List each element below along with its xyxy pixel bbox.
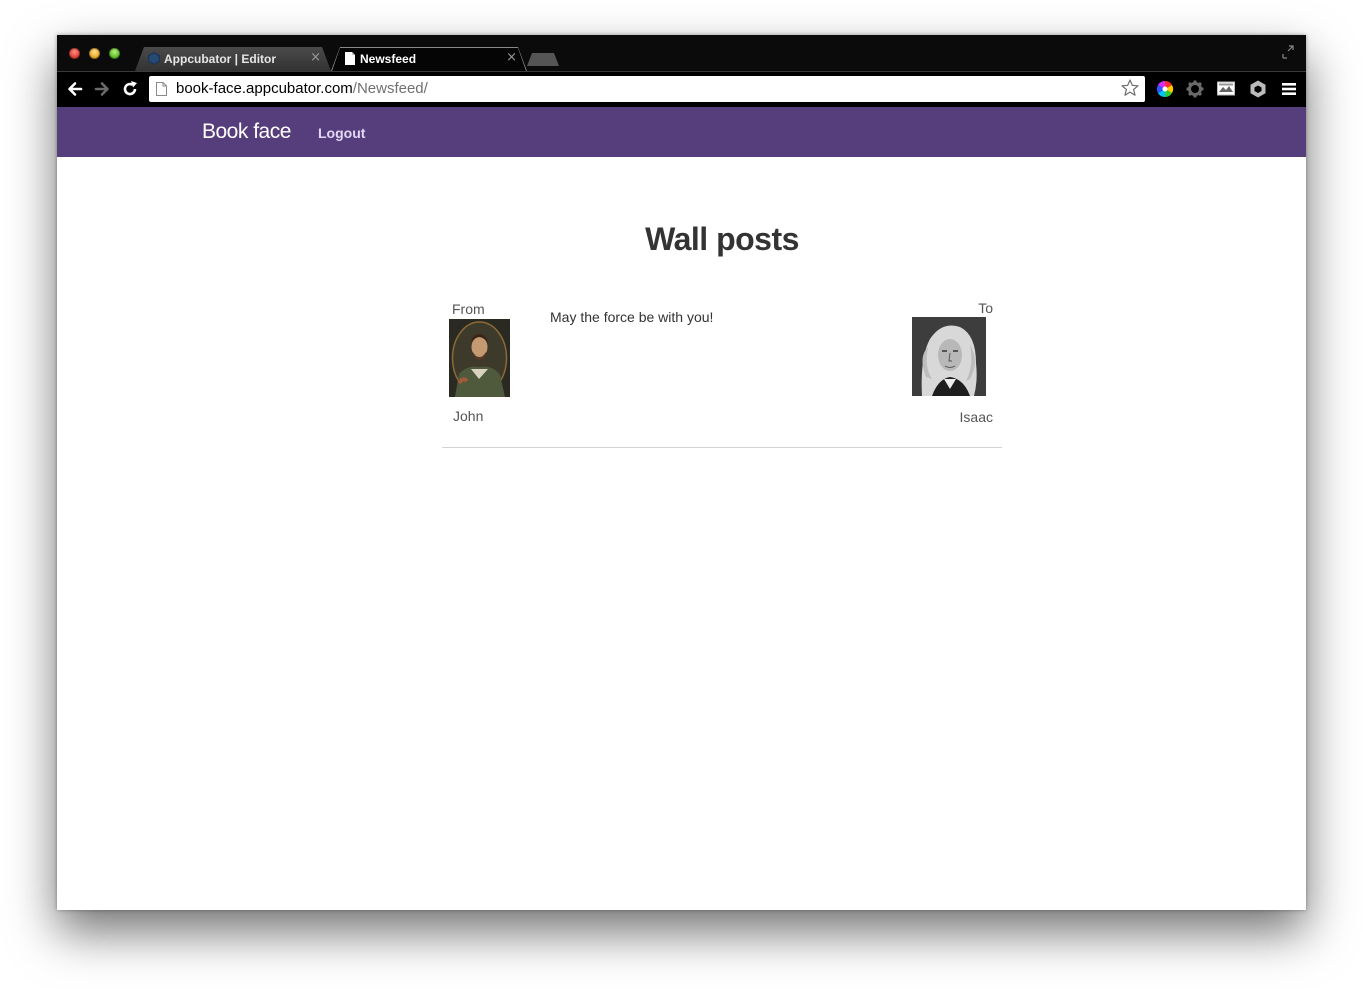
reload-icon[interactable] [120, 79, 140, 99]
wall-post: From John May the force be with you! To [442, 295, 1002, 448]
tab-appcubator-editor[interactable]: Appcubator | Editor × [135, 47, 331, 71]
page-icon [156, 82, 167, 96]
url-host: book-face.appcubator.com [176, 80, 353, 97]
browser-window: Appcubator | Editor × Newsfeed × book-fa… [57, 35, 1306, 910]
screenshot-extension-icon[interactable] [1216, 79, 1236, 99]
menu-icon[interactable] [1279, 79, 1299, 99]
sender-avatar[interactable] [449, 319, 510, 397]
tab-title: Appcubator | Editor [164, 52, 277, 66]
close-tab-icon[interactable]: × [310, 50, 321, 66]
tab-title: Newsfeed [360, 52, 417, 66]
close-window-button[interactable] [69, 48, 80, 59]
logout-link[interactable]: Logout [318, 125, 365, 141]
new-tab-button[interactable] [527, 53, 559, 66]
recipient-name[interactable]: Isaac [960, 409, 993, 425]
site-navbar: Book face Logout [57, 107, 1306, 157]
sender-name[interactable]: John [453, 408, 483, 424]
brand-link[interactable]: Book face [202, 120, 291, 144]
minimize-window-button[interactable] [89, 48, 100, 59]
post-message: May the force be with you! [550, 309, 714, 325]
hexagon-extension-icon[interactable] [1248, 79, 1268, 99]
browser-toolbar: book-face.appcubator.com/Newsfeed/ [57, 71, 1306, 107]
gear-icon[interactable] [1185, 79, 1205, 99]
to-label: To [978, 300, 993, 316]
url-path: /Newsfeed/ [352, 80, 428, 97]
url-text[interactable]: book-face.appcubator.com/Newsfeed/ [176, 80, 428, 97]
page-content: Book face Logout Wall posts From John Ma… [57, 107, 1306, 910]
address-bar[interactable]: book-face.appcubator.com/Newsfeed/ [149, 76, 1145, 102]
page-title: Wall posts [645, 221, 799, 257]
color-picker-extension-icon[interactable] [1155, 79, 1175, 99]
fullscreen-icon[interactable] [1282, 45, 1294, 59]
appcubator-favicon-icon [148, 52, 160, 65]
tab-newsfeed[interactable]: Newsfeed × [331, 47, 527, 71]
close-tab-icon[interactable]: × [506, 50, 517, 66]
back-icon[interactable] [65, 79, 85, 99]
tab-strip: Appcubator | Editor × Newsfeed × [57, 35, 1306, 71]
zoom-window-button[interactable] [109, 48, 120, 59]
recipient-avatar[interactable] [912, 317, 986, 396]
page-icon [345, 52, 355, 65]
forward-icon[interactable] [92, 79, 112, 99]
from-label: From [452, 301, 485, 317]
bookmark-star-icon[interactable] [1120, 78, 1140, 98]
